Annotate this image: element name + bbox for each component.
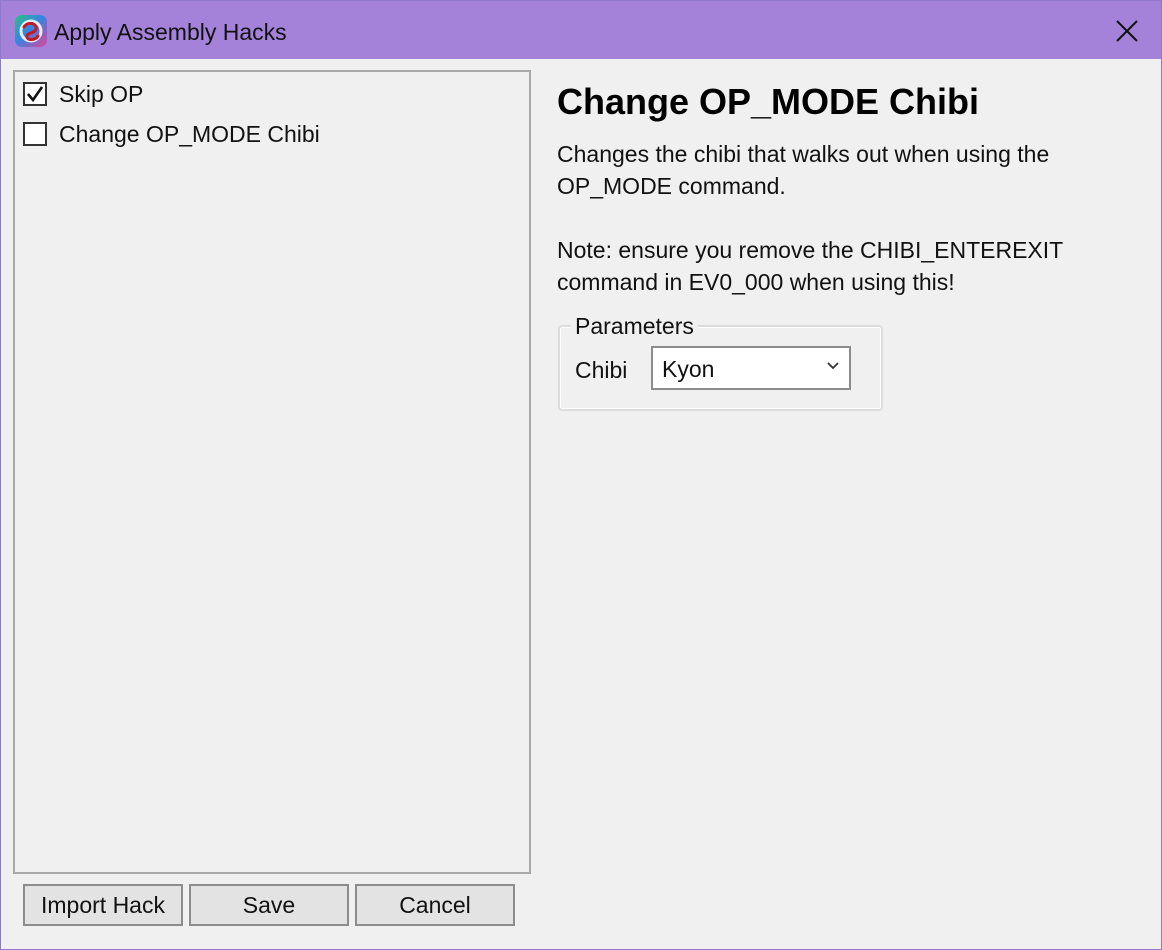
checkmark-icon xyxy=(27,86,44,103)
app-logo-icon xyxy=(15,15,47,47)
title-bar[interactable]: Apply Assembly Hacks xyxy=(1,1,1161,59)
skip-op-checkbox[interactable] xyxy=(23,82,47,106)
hack-item-change-op-mode-chibi[interactable]: Change OP_MODE Chibi xyxy=(23,119,320,149)
hack-label: Skip OP xyxy=(59,80,144,107)
save-button[interactable]: Save xyxy=(189,884,349,926)
hack-detail-description: Changes the chibi that walks out when us… xyxy=(557,141,1064,295)
apply-assembly-hacks-dialog: Apply Assembly Hacks Skip OP Change OP_M… xyxy=(0,0,1162,950)
import-hack-button[interactable]: Import Hack xyxy=(23,884,183,926)
chibi-select-value: Kyon xyxy=(662,356,715,382)
hack-label: Change OP_MODE Chibi xyxy=(59,120,320,147)
parameters-legend: Parameters xyxy=(571,313,698,339)
change-op-mode-chibi-checkbox[interactable] xyxy=(23,122,47,146)
chibi-label: Chibi xyxy=(575,357,628,383)
close-button[interactable] xyxy=(1099,7,1155,55)
hack-item-skip-op[interactable]: Skip OP xyxy=(23,79,143,109)
hack-detail-title: Change OP_MODE Chibi xyxy=(557,81,980,122)
cancel-button[interactable]: Cancel xyxy=(355,884,515,926)
window-title: Apply Assembly Hacks xyxy=(54,19,287,45)
chevron-down-icon xyxy=(827,362,839,370)
chibi-select[interactable]: Kyon xyxy=(651,346,851,390)
hack-list[interactable]: Skip OP Change OP_MODE Chibi xyxy=(13,70,531,874)
close-icon xyxy=(1116,20,1138,42)
